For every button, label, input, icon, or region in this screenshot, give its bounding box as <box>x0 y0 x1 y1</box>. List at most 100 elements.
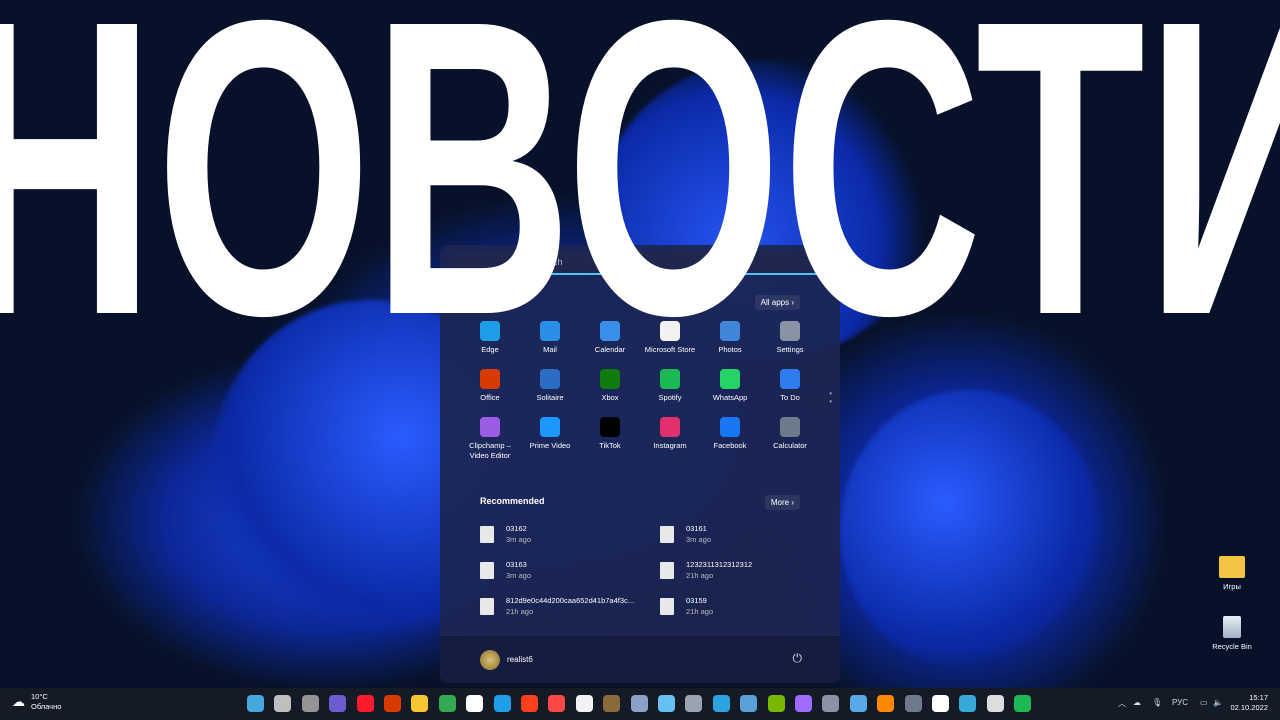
file-time: 21h ago <box>686 571 714 580</box>
volume-icon[interactable]: 🔈 <box>1213 698 1223 707</box>
file-time: 3m ago <box>506 571 532 580</box>
time: 15:17 <box>1249 693 1268 702</box>
pinned-app-label: Mail <box>543 345 557 354</box>
logitech-g-icon[interactable] <box>932 695 949 712</box>
nvidia-icon[interactable] <box>767 695 785 712</box>
pinned-app-label: Clipchamp – Video Editor <box>469 441 511 460</box>
recommended-item[interactable]: 03159 21h ago <box>660 595 820 617</box>
spotify-icon[interactable] <box>1014 695 1032 712</box>
pinned-apps: Edge Mail Calendar Microsoft Store Photos Set… <box>460 321 820 461</box>
opera-icon[interactable] <box>356 695 374 712</box>
cloud-icon: ☁ <box>12 694 25 709</box>
pinned-app[interactable]: WhatsApp <box>700 369 760 403</box>
desktop-icon-games[interactable]: Игры <box>1202 556 1262 591</box>
more-button[interactable]: More › <box>764 495 800 510</box>
file-explorer-icon[interactable] <box>411 695 429 712</box>
recommended-item[interactable]: 1232311312312312 21h ago <box>660 559 820 581</box>
file-icon <box>480 525 494 543</box>
game-icon[interactable] <box>603 695 621 712</box>
office-icon[interactable] <box>384 695 401 712</box>
notepad-icon[interactable] <box>849 695 867 712</box>
weather-condition: Облачно <box>31 702 62 711</box>
instagram-icon <box>660 417 680 437</box>
settings-icon[interactable] <box>822 695 840 712</box>
microphone-icon[interactable]: 🎙 <box>1152 698 1162 707</box>
pinned-app[interactable]: Clipchamp – Video Editor <box>460 417 520 461</box>
language-indicator[interactable]: РУС <box>1172 698 1188 707</box>
file-icon <box>660 561 674 579</box>
2k-icon[interactable] <box>986 695 1004 712</box>
file-name: 03162 <box>506 524 527 533</box>
pinned-app-label: Edge <box>481 345 499 354</box>
start-footer: realist6 ⏻ <box>440 635 840 683</box>
recommended-item[interactable]: 03161 3m ago <box>660 523 820 545</box>
todo-icon <box>780 369 800 389</box>
file-name: 812d9e0c44d200caa652d41b7a4f3c... <box>506 596 635 605</box>
file-name: 03163 <box>506 560 527 569</box>
search-icon[interactable] <box>274 695 292 712</box>
file-time: 21h ago <box>686 607 714 616</box>
file-name: 03159 <box>686 596 707 605</box>
start-icon[interactable] <box>247 695 264 712</box>
edge-icon[interactable] <box>493 695 511 712</box>
pinned-app[interactable]: Calculator <box>760 417 820 461</box>
pinned-app[interactable]: Facebook <box>700 417 760 461</box>
steam-icon[interactable] <box>658 695 675 712</box>
user-name[interactable]: realist6 <box>507 655 533 664</box>
pinned-app-label: Office <box>480 393 500 402</box>
store-icon[interactable] <box>575 695 593 712</box>
remote-desktop-icon[interactable] <box>740 695 758 712</box>
pinned-app[interactable]: Prime Video <box>520 417 580 461</box>
pinned-app[interactable]: To Do <box>760 369 820 403</box>
desktop-icon-recycle-bin[interactable]: Recycle Bin <box>1202 616 1262 651</box>
more-label: More <box>770 498 790 507</box>
desktop-icon-label: Игры <box>1223 582 1241 591</box>
pinned-app[interactable]: Solitaire <box>520 369 580 403</box>
pinned-app[interactable]: Xbox <box>580 369 640 403</box>
telegram-icon[interactable] <box>712 695 730 712</box>
network-icon[interactable]: ▭ <box>1200 698 1208 707</box>
chevron-up-icon[interactable]: ︿ <box>1118 698 1126 709</box>
recommended-item[interactable]: 03162 3m ago <box>480 523 660 545</box>
taskbar: ☁ 10°C Облачно ︿ ☁ 🎙 РУС ▭ 🔈 15:17 02.10.2… <box>0 688 1280 720</box>
weather-widget[interactable]: ☁ 10°C Облачно <box>12 692 61 712</box>
recycle-bin-icon <box>1223 616 1241 638</box>
desktop-icon-label: Recycle Bin <box>1212 642 1252 651</box>
yandex-browser-icon[interactable] <box>466 695 484 712</box>
ea-icon[interactable] <box>548 695 566 712</box>
page-dots[interactable]: • • <box>829 390 832 406</box>
pinned-app[interactable]: Instagram <box>640 417 700 461</box>
alice-icon[interactable] <box>795 695 812 712</box>
clock[interactable]: 15:17 02.10.2022 <box>1230 693 1268 713</box>
pinned-app[interactable]: Office <box>460 369 520 403</box>
camera-icon[interactable] <box>685 695 703 712</box>
yandex-icon[interactable] <box>521 695 538 712</box>
file-time: 21h ago <box>506 607 534 616</box>
solitaire-icon <box>540 369 560 389</box>
xbox-icon <box>600 369 620 389</box>
pinned-app[interactable]: TikTok <box>580 417 640 461</box>
office-icon <box>480 369 500 389</box>
onedrive-icon[interactable]: ☁ <box>1133 698 1141 707</box>
vlc-icon[interactable] <box>877 695 895 712</box>
power-icon[interactable]: ⏻ <box>793 651 803 666</box>
task-view-icon[interactable] <box>301 695 319 712</box>
recommended-item[interactable]: 812d9e0c44d200caa652d41b7a4f3c... 21h ago <box>480 595 660 617</box>
pinned-app[interactable]: Spotify <box>640 369 700 403</box>
file-name: 03161 <box>686 524 707 533</box>
pinned-app-label: Instagram <box>653 441 687 450</box>
app-2-icon[interactable] <box>959 695 977 712</box>
pinned-app-label: Settings <box>776 345 804 354</box>
pinned-app-label: Microsoft Store <box>644 345 696 354</box>
whatsapp-icon <box>720 369 740 389</box>
wallpaper-bloom <box>840 390 1100 670</box>
recommended-list: 03162 3m ago 03161 3m ago 03163 3m ago 1232311… <box>480 523 820 617</box>
clipchamp-icon <box>480 417 500 437</box>
recommended-item[interactable]: 03163 3m ago <box>480 559 660 581</box>
chat-icon[interactable] <box>329 695 347 712</box>
app-icon[interactable] <box>630 695 648 712</box>
avatar[interactable] <box>480 650 500 670</box>
calculator-icon[interactable] <box>904 695 922 712</box>
pinned-app-label: Photos <box>718 345 742 354</box>
chrome-icon[interactable] <box>438 695 456 712</box>
